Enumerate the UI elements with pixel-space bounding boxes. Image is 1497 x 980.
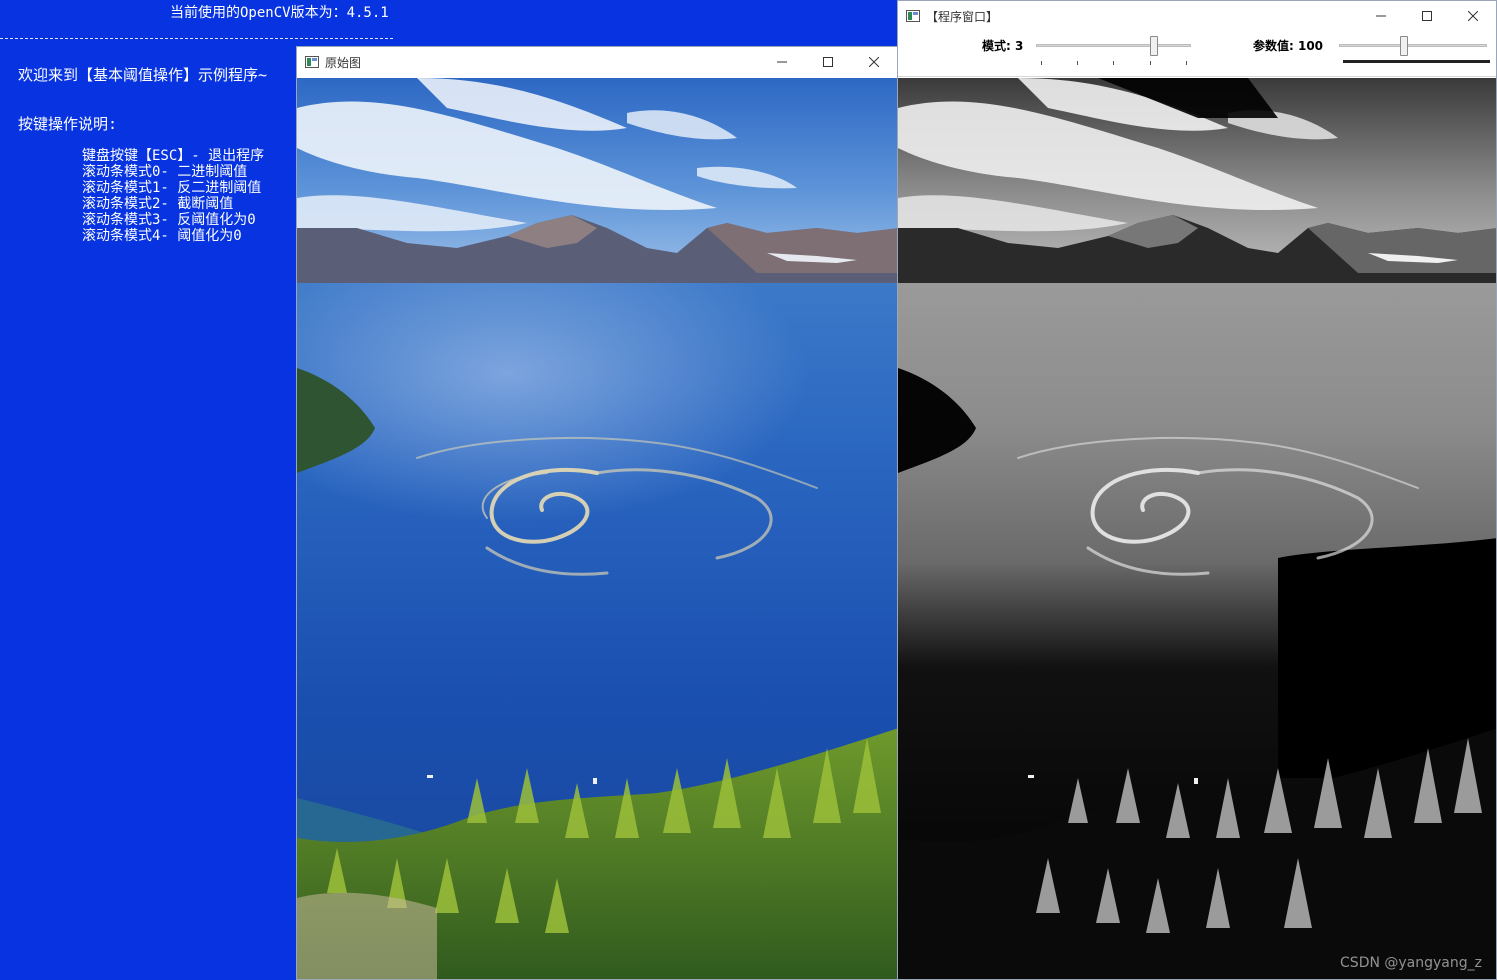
console-instruction-line: 键盘按键【ESC】- 退出程序 bbox=[82, 148, 265, 164]
tick-mark bbox=[1113, 61, 1114, 65]
original-image bbox=[297, 78, 897, 979]
param-trackbar-thumb[interactable] bbox=[1400, 36, 1408, 56]
tick-mark bbox=[1186, 61, 1187, 65]
window-title: 【程序窗口】 bbox=[926, 9, 999, 24]
close-icon bbox=[869, 57, 879, 67]
lake-whirlpool-photo-icon bbox=[297, 78, 897, 979]
original-image-window[interactable]: 原始图 bbox=[296, 46, 898, 980]
close-button[interactable] bbox=[851, 47, 897, 77]
app-icon bbox=[906, 10, 920, 22]
close-icon bbox=[1468, 11, 1478, 21]
param-trackbar-underline bbox=[1343, 60, 1490, 63]
console-instruction-line: 滚动条模式0- 二进制阈值 bbox=[82, 164, 248, 180]
window-title: 原始图 bbox=[325, 55, 362, 70]
minimize-button[interactable] bbox=[1358, 1, 1404, 31]
console-separator bbox=[0, 38, 393, 39]
thresholded-grayscale-photo-icon bbox=[898, 78, 1496, 979]
param-trackbar[interactable] bbox=[1339, 44, 1487, 47]
console-welcome: 欢迎来到【基本阈值操作】示例程序~ bbox=[18, 66, 268, 84]
csdn-watermark: CSDN @yangyang_z bbox=[1340, 955, 1482, 971]
minimize-icon bbox=[1376, 15, 1386, 17]
console-instruction-line: 滚动条模式3- 反阈值化为0 bbox=[82, 212, 256, 228]
tick-mark bbox=[1041, 61, 1042, 65]
mode-trackbar-label: 模式: 3 bbox=[982, 39, 1024, 53]
maximize-icon bbox=[823, 57, 833, 67]
tick-mark bbox=[1150, 61, 1151, 65]
maximize-button[interactable] bbox=[1404, 1, 1450, 31]
app-icon bbox=[305, 56, 319, 68]
console-instructions-title: 按键操作说明: bbox=[18, 115, 118, 133]
thresholded-image: CSDN @yangyang_z bbox=[898, 78, 1496, 979]
program-window-titlebar[interactable]: 【程序窗口】 bbox=[898, 1, 1496, 31]
mode-trackbar[interactable] bbox=[1036, 44, 1191, 47]
trackbar-area: 模式: 3 参数值: 100 bbox=[898, 31, 1496, 77]
maximize-icon bbox=[1422, 11, 1432, 21]
minimize-icon bbox=[777, 61, 787, 63]
original-window-titlebar[interactable]: 原始图 bbox=[297, 47, 897, 77]
console-instruction-line: 滚动条模式1- 反二进制阈值 bbox=[82, 180, 262, 196]
mode-trackbar-thumb[interactable] bbox=[1150, 36, 1158, 56]
console-instruction-line: 滚动条模式4- 阈值化为0 bbox=[82, 228, 242, 244]
tick-mark bbox=[1077, 61, 1078, 65]
maximize-button[interactable] bbox=[805, 47, 851, 77]
minimize-button[interactable] bbox=[759, 47, 805, 77]
close-button[interactable] bbox=[1450, 1, 1496, 31]
console-instruction-line: 滚动条模式2- 截断阈值 bbox=[82, 196, 234, 212]
param-trackbar-label: 参数值: 100 bbox=[1253, 39, 1324, 53]
program-window[interactable]: 【程序窗口】 模式: 3 参数值: 100 CSDN @yangyang_z bbox=[897, 0, 1497, 980]
console-version-line: 当前使用的OpenCV版本为：4.5.1 bbox=[170, 5, 389, 21]
